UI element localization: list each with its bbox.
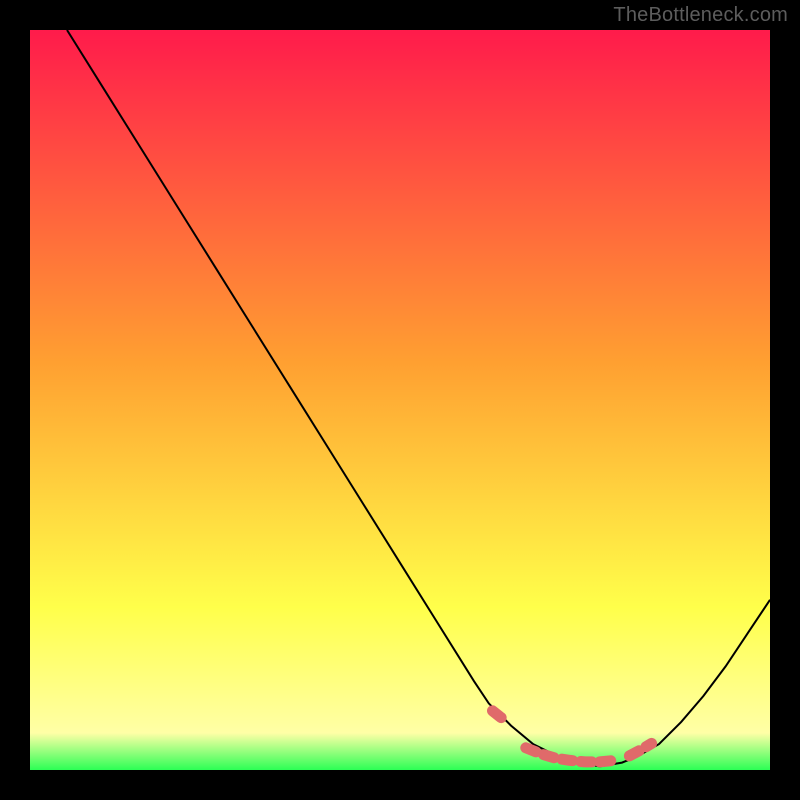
bottleneck-chart <box>30 30 770 770</box>
watermark-text: TheBottleneck.com <box>613 4 788 27</box>
gradient-background <box>30 30 770 770</box>
chart-stage: TheBottleneck.com <box>0 0 800 800</box>
